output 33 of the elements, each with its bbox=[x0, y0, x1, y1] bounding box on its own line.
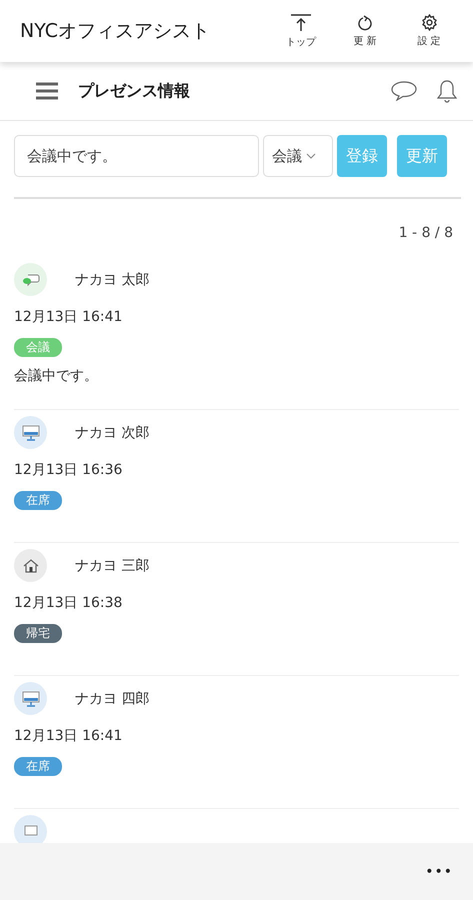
chat-icon[interactable] bbox=[391, 81, 417, 101]
top-button[interactable]: トップ bbox=[269, 14, 333, 48]
timestamp: 12月13日 16:36 bbox=[14, 461, 124, 479]
more-button[interactable]: ••• bbox=[425, 864, 453, 880]
monitor-avatar bbox=[14, 682, 47, 715]
home-avatar bbox=[14, 549, 47, 582]
chat-avatar bbox=[14, 263, 47, 296]
status-badge: 帰宅 bbox=[14, 624, 62, 643]
status-select[interactable]: 会議 bbox=[263, 135, 333, 177]
upload-icon bbox=[291, 14, 311, 32]
user-name: ナカヨ 次郎 bbox=[75, 424, 150, 442]
app-title: NYCオフィスアシスト bbox=[20, 19, 212, 44]
status-badge: 在席 bbox=[14, 757, 62, 776]
status-badge: 会議 bbox=[14, 338, 62, 357]
user-name: ナカヨ 三郎 bbox=[75, 556, 150, 574]
user-name: ナカヨ 太郎 bbox=[75, 270, 150, 288]
notification-icon[interactable] bbox=[437, 79, 457, 103]
settings-button[interactable]: 設 定 bbox=[397, 14, 461, 48]
result-count: 1 - 8 / 8 bbox=[398, 225, 453, 241]
timestamp: 12月13日 16:41 bbox=[14, 308, 124, 326]
chevron-down-icon bbox=[306, 153, 316, 159]
menu-icon[interactable] bbox=[36, 82, 58, 100]
refresh-button[interactable]: 更 新 bbox=[333, 14, 397, 48]
timestamp: 12月13日 16:41 bbox=[14, 727, 124, 745]
settings-icon bbox=[420, 14, 438, 31]
page-title: プレゼンス情報 bbox=[78, 80, 191, 102]
user-name: ナカヨ 四郎 bbox=[75, 690, 150, 708]
refresh-icon bbox=[357, 14, 373, 30]
status-message: 会議中です。 bbox=[14, 367, 99, 385]
status-badge: 在席 bbox=[14, 491, 62, 510]
message-field[interactable]: 会議中です。 bbox=[14, 135, 259, 177]
timestamp: 12月13日 16:38 bbox=[14, 594, 124, 612]
monitor-avatar bbox=[14, 416, 47, 449]
